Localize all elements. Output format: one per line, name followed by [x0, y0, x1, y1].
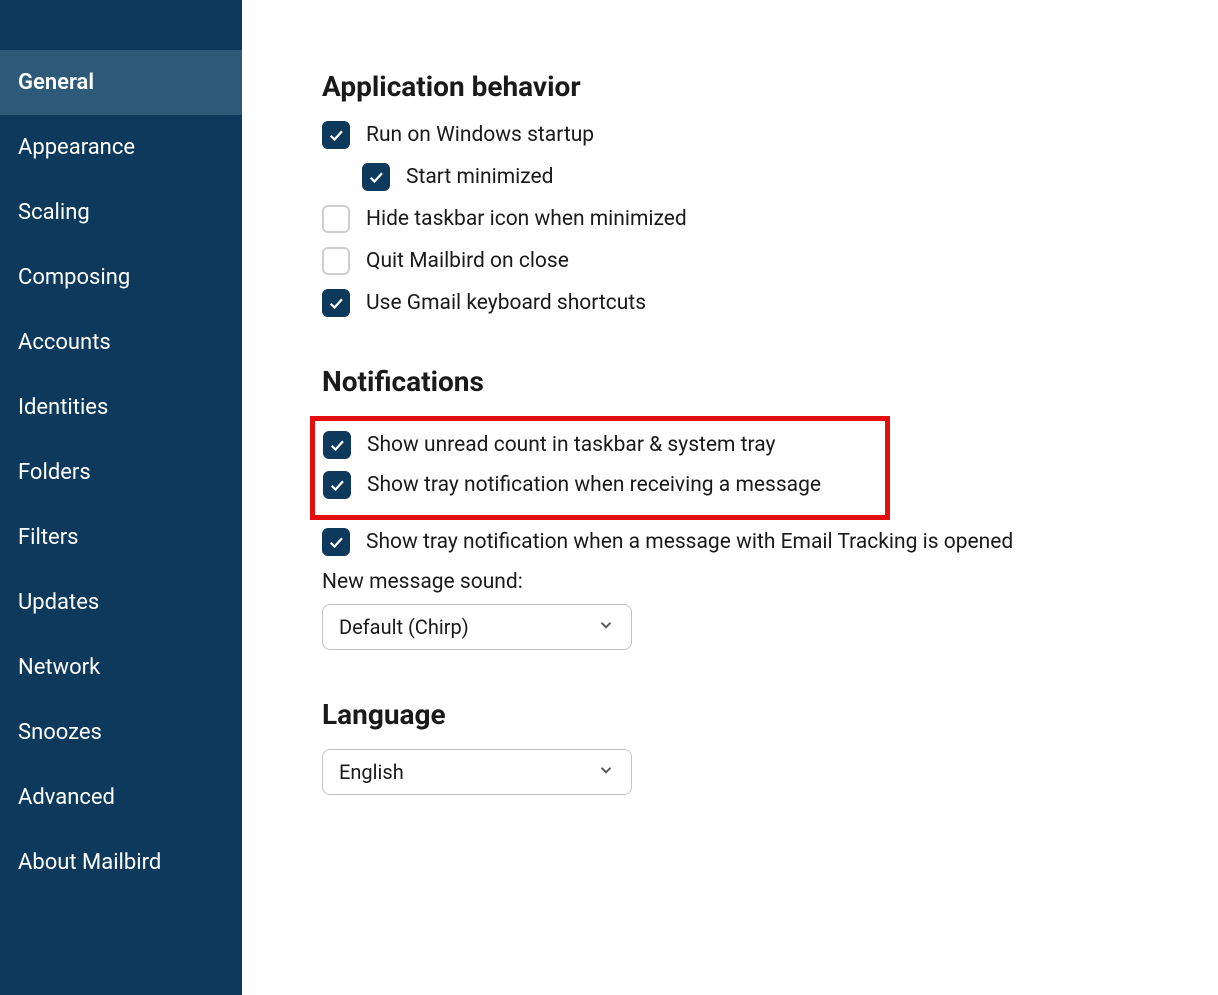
select-value: Default (Chirp) [339, 615, 469, 639]
checkbox-icon[interactable] [322, 289, 350, 317]
settings-sidebar: General Appearance Scaling Composing Acc… [0, 0, 242, 995]
option-quit-on-close[interactable]: Quit Mailbird on close [322, 247, 1138, 275]
option-show-tray-receive[interactable]: Show tray notification when receiving a … [323, 471, 877, 499]
checkbox-label: Show unread count in taskbar & system tr… [367, 433, 775, 457]
section-notifications: Notifications Show unread count in taskb… [322, 365, 1138, 650]
checkbox-icon[interactable] [322, 205, 350, 233]
section-title: Language [322, 698, 1138, 731]
sidebar-item-identities[interactable]: Identities [0, 375, 242, 440]
chevron-down-icon [597, 760, 615, 784]
checkbox-label: Quit Mailbird on close [366, 249, 569, 273]
checkbox-label: Hide taskbar icon when minimized [366, 207, 687, 231]
chevron-down-icon [597, 615, 615, 639]
section-language: Language English [322, 698, 1138, 795]
checkbox-label: Show tray notification when receiving a … [367, 473, 821, 497]
sidebar-item-composing[interactable]: Composing [0, 245, 242, 310]
new-message-sound-label: New message sound: [322, 570, 1138, 594]
select-value: English [339, 760, 404, 784]
checkbox-icon[interactable] [323, 471, 351, 499]
sidebar-item-advanced[interactable]: Advanced [0, 765, 242, 830]
sidebar-item-about[interactable]: About Mailbird [0, 830, 242, 895]
sidebar-item-accounts[interactable]: Accounts [0, 310, 242, 375]
checkbox-icon[interactable] [362, 163, 390, 191]
section-application-behavior: Application behavior Run on Windows star… [322, 70, 1138, 317]
sidebar-item-folders[interactable]: Folders [0, 440, 242, 505]
section-title: Application behavior [322, 70, 1138, 103]
checkbox-label: Show tray notification when a message wi… [366, 530, 1013, 554]
option-run-on-startup[interactable]: Run on Windows startup [322, 121, 1138, 149]
settings-content: Application behavior Run on Windows star… [242, 0, 1218, 995]
sidebar-item-general[interactable]: General [0, 50, 242, 115]
checkbox-icon[interactable] [322, 528, 350, 556]
sidebar-item-network[interactable]: Network [0, 635, 242, 700]
highlight-annotation: Show unread count in taskbar & system tr… [310, 416, 890, 520]
sidebar-item-appearance[interactable]: Appearance [0, 115, 242, 180]
checkbox-icon[interactable] [322, 121, 350, 149]
sidebar-item-snoozes[interactable]: Snoozes [0, 700, 242, 765]
option-show-tray-tracking[interactable]: Show tray notification when a message wi… [322, 528, 1138, 556]
language-select[interactable]: English [322, 749, 632, 795]
section-title: Notifications [322, 365, 1138, 398]
option-start-minimized[interactable]: Start minimized [362, 163, 1138, 191]
checkbox-icon[interactable] [323, 431, 351, 459]
sidebar-item-updates[interactable]: Updates [0, 570, 242, 635]
checkbox-label: Start minimized [406, 165, 553, 189]
option-gmail-shortcuts[interactable]: Use Gmail keyboard shortcuts [322, 289, 1138, 317]
option-show-unread-count[interactable]: Show unread count in taskbar & system tr… [323, 431, 877, 459]
new-message-sound-select[interactable]: Default (Chirp) [322, 604, 632, 650]
checkbox-label: Use Gmail keyboard shortcuts [366, 291, 646, 315]
checkbox-label: Run on Windows startup [366, 123, 594, 147]
sidebar-item-filters[interactable]: Filters [0, 505, 242, 570]
sidebar-item-scaling[interactable]: Scaling [0, 180, 242, 245]
option-hide-taskbar-icon[interactable]: Hide taskbar icon when minimized [322, 205, 1138, 233]
checkbox-icon[interactable] [322, 247, 350, 275]
